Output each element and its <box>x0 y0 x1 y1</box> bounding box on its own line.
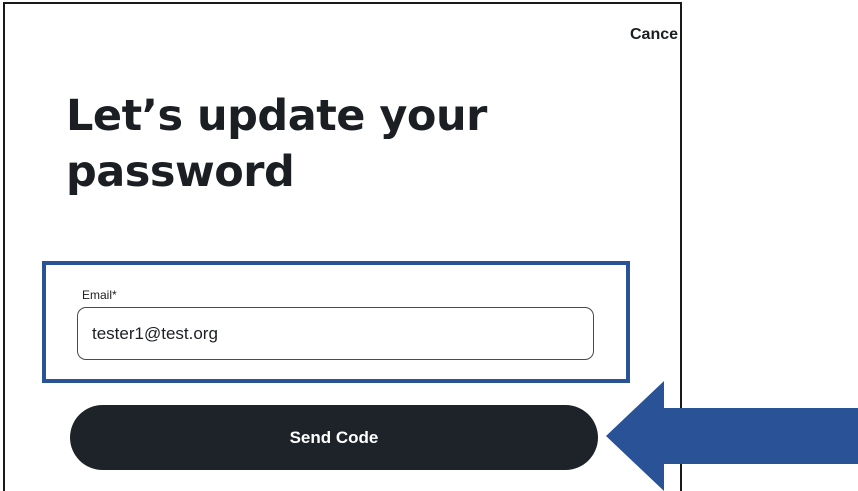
page-title: Let’s update your password <box>66 91 487 197</box>
arrow-left-icon <box>606 381 858 491</box>
email-field[interactable] <box>77 307 594 360</box>
cancel-link[interactable]: Cance <box>630 26 678 44</box>
send-code-button[interactable]: Send Code <box>70 405 598 470</box>
screenshot-stage: Cance Let’s update your password Email* … <box>0 0 858 491</box>
email-field-label: Email* <box>82 288 117 302</box>
